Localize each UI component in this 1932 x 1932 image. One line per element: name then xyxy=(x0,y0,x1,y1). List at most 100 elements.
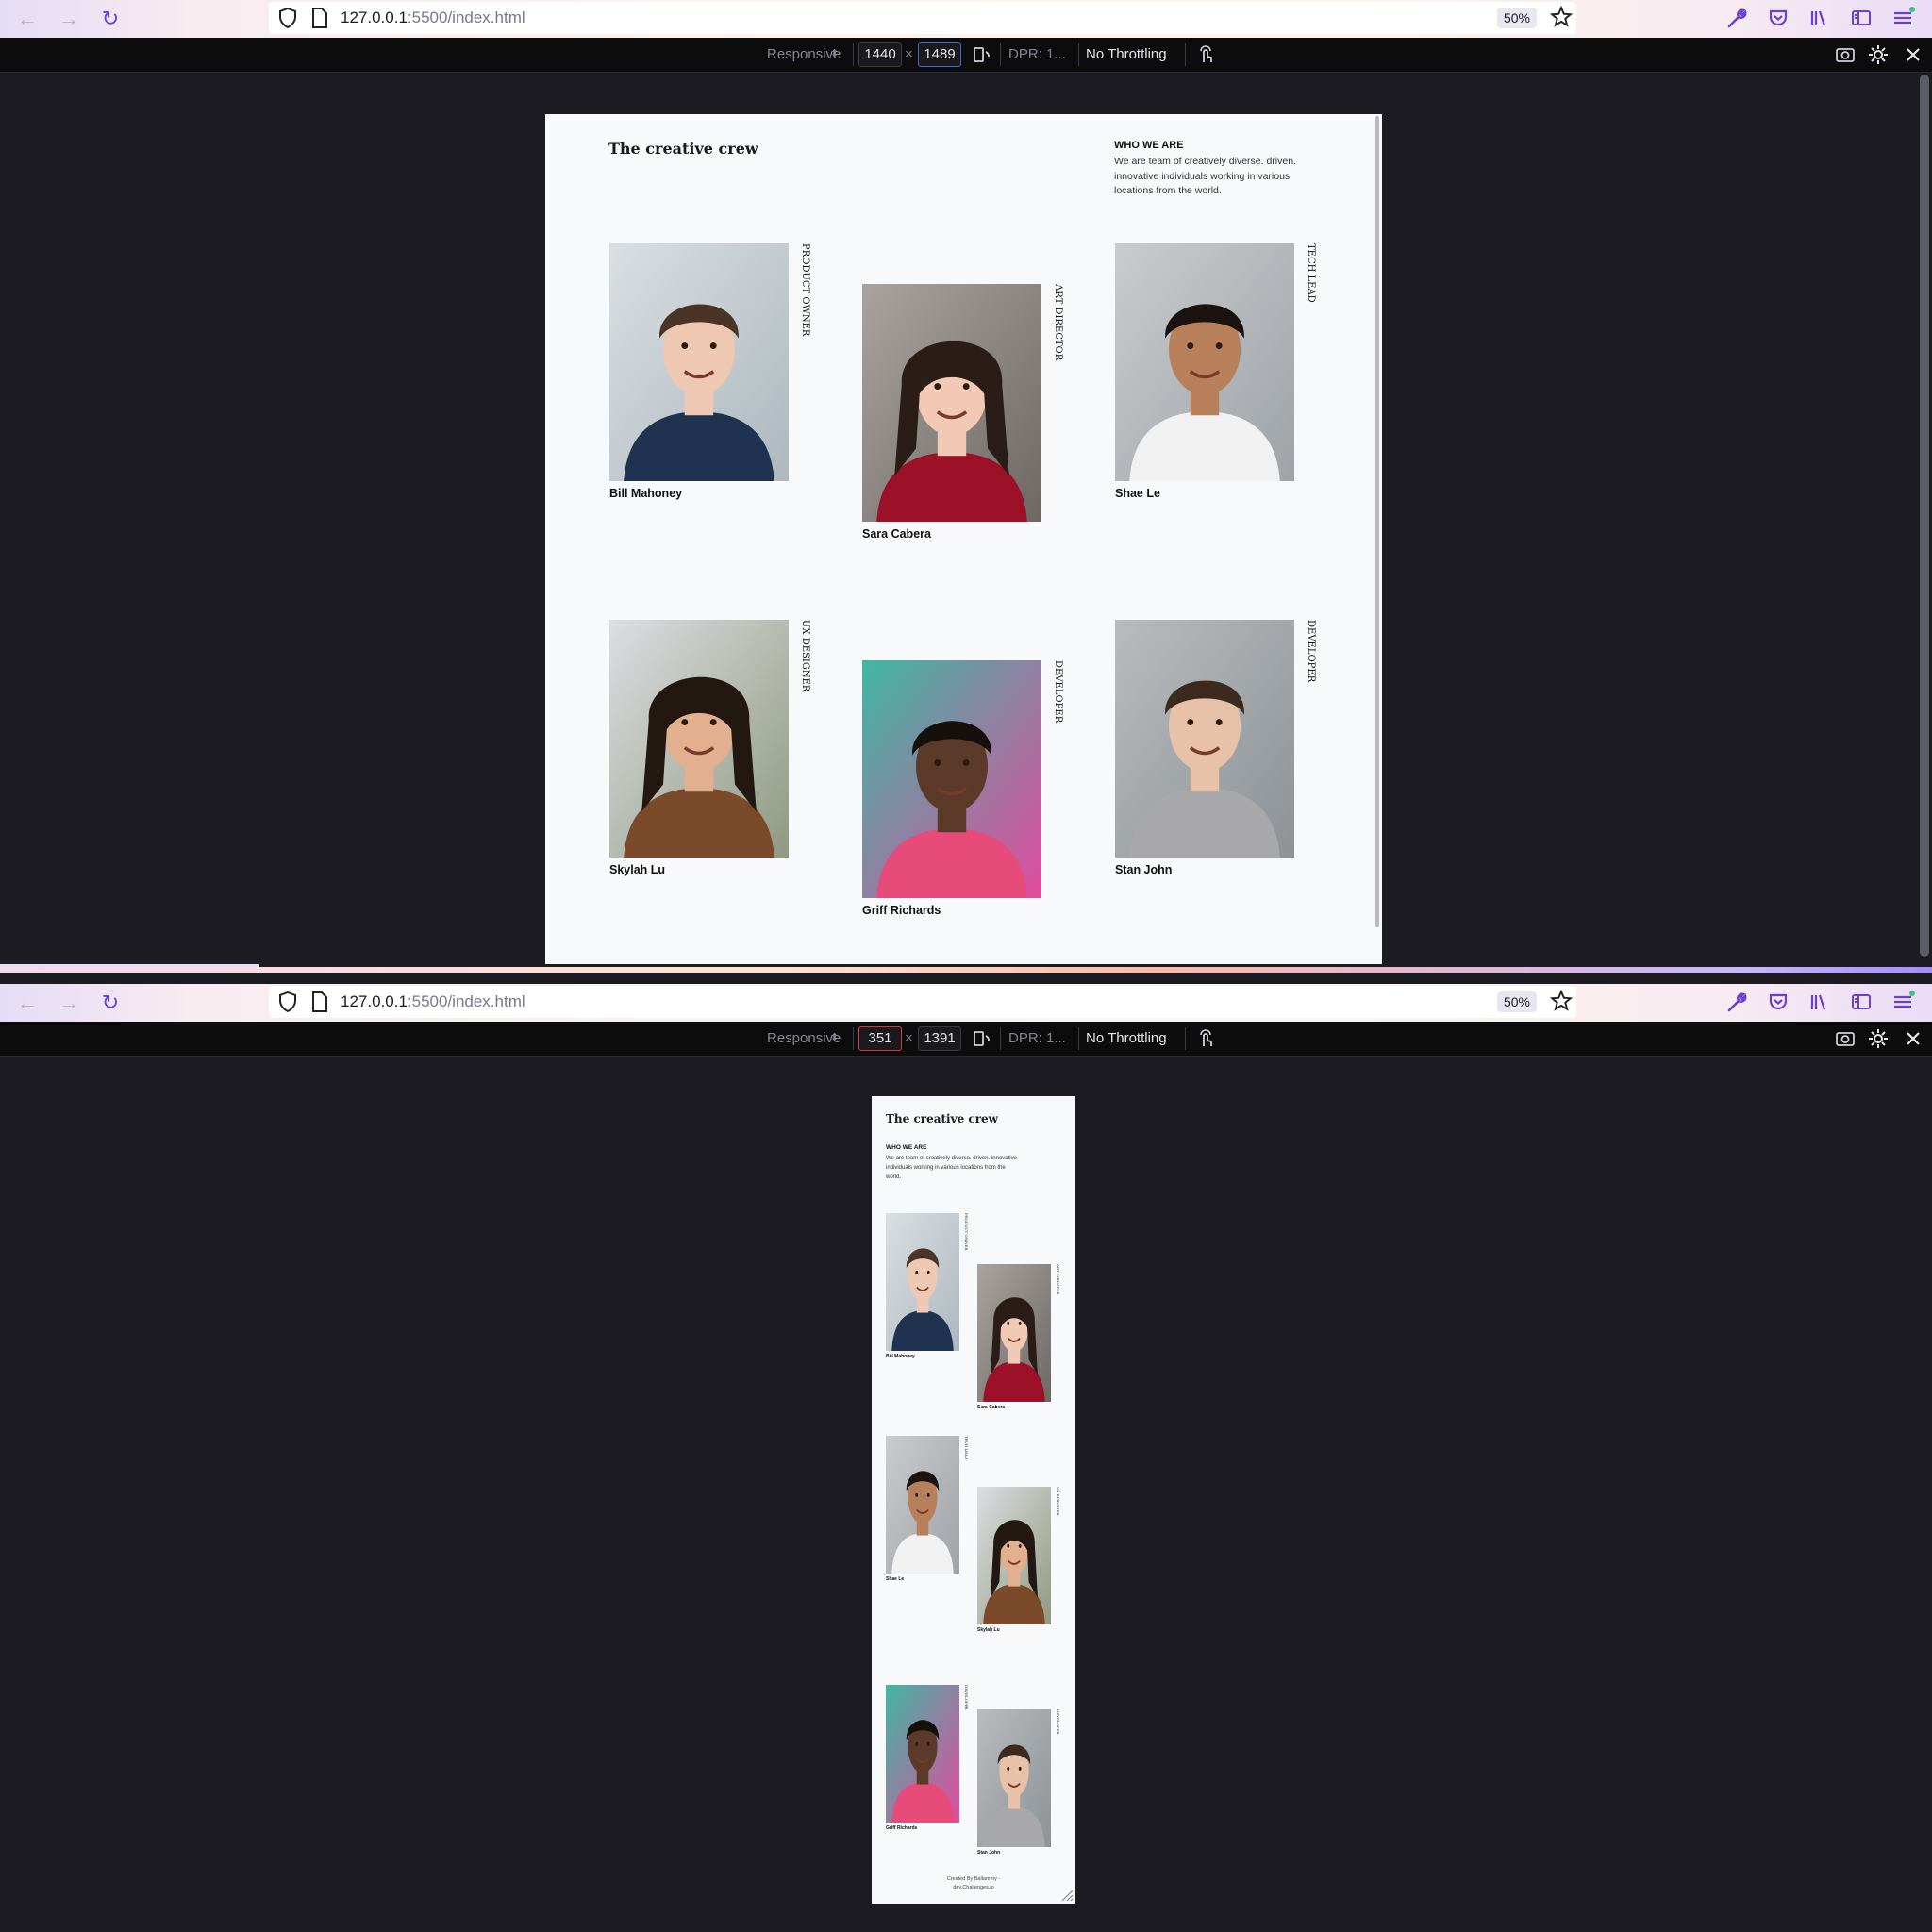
who-we-are-heading: WHO WE ARE xyxy=(1114,140,1184,151)
times-sign: × xyxy=(905,46,913,62)
member-photo xyxy=(609,620,789,858)
rotate-icon[interactable] xyxy=(971,1027,993,1050)
height-input[interactable]: 1489 xyxy=(918,42,961,67)
who-we-are-heading: WHO WE ARE xyxy=(886,1144,927,1151)
device-selector-chevron-icon[interactable]: ⬍ xyxy=(830,1031,839,1043)
member-role: ART DIRECTOR xyxy=(1053,284,1063,361)
pocket-icon[interactable] xyxy=(1766,5,1790,31)
page-title: The creative crew xyxy=(608,140,758,158)
outer-scrollbar[interactable] xyxy=(1915,73,1932,965)
star-icon[interactable] xyxy=(1549,5,1574,29)
zoom-level-badge[interactable]: 50% xyxy=(1497,8,1537,28)
back-arrow-icon[interactable]: ← xyxy=(14,6,41,32)
toolbar: ← → ↻ 127.0.0.1:5500/index.html 50% xyxy=(0,0,1932,38)
wrench-icon[interactable] xyxy=(1724,5,1749,31)
touch-icon[interactable] xyxy=(1194,1027,1217,1050)
pocket-icon[interactable] xyxy=(1766,989,1790,1015)
member-photo xyxy=(886,1213,959,1351)
zoom-level-badge[interactable]: 50% xyxy=(1497,991,1537,1012)
rotate-icon[interactable] xyxy=(971,43,993,66)
team-card: DEVELOPER Stan John xyxy=(977,1709,1061,1857)
team-card: PRODUCT OWNER Bill Mahoney xyxy=(609,243,813,502)
settings-icon[interactable] xyxy=(1867,43,1890,66)
team-card: DEVELOPER Stan John xyxy=(1115,620,1319,878)
times-sign: × xyxy=(905,1030,913,1046)
menu-icon[interactable] xyxy=(1890,989,1915,1015)
divider xyxy=(1000,43,1001,66)
outer-scrollbar-thumb[interactable] xyxy=(1920,75,1929,957)
team-card: DEVELOPER Griff Richards xyxy=(886,1685,970,1833)
member-name: Skylah Lu xyxy=(977,1627,1000,1633)
shield-icon[interactable] xyxy=(276,991,299,1013)
member-role: PRODUCT OWNER xyxy=(964,1213,969,1251)
member-role: TECH LEAD xyxy=(1306,243,1316,303)
height-input[interactable]: 1391 xyxy=(918,1026,961,1051)
member-photo xyxy=(609,243,789,481)
settings-icon[interactable] xyxy=(1867,1027,1890,1050)
menu-icon[interactable] xyxy=(1890,5,1915,31)
member-name: Stan John xyxy=(977,1850,1001,1856)
member-name: Shae Le xyxy=(886,1576,905,1582)
footer-link[interactable]: dev.Challenges.io xyxy=(872,1884,1075,1892)
back-arrow-icon[interactable]: ← xyxy=(14,990,41,1016)
width-input[interactable]: 351 xyxy=(858,1026,902,1051)
dpr-selector[interactable]: DPR: 1... xyxy=(1008,1030,1066,1046)
sidebar-icon[interactable] xyxy=(1849,989,1874,1015)
url-text[interactable]: 127.0.0.1:5500/index.html xyxy=(341,8,525,27)
screenshot-icon[interactable] xyxy=(1834,43,1857,66)
screenshot-icon[interactable] xyxy=(1834,1027,1857,1050)
reload-icon[interactable]: ↻ xyxy=(97,6,124,32)
dpr-selector[interactable]: DPR: 1... xyxy=(1008,46,1066,62)
width-input[interactable]: 1440 xyxy=(858,42,902,67)
device-selector-chevron-icon[interactable]: ⬍ xyxy=(830,47,839,59)
library-icon[interactable] xyxy=(1807,5,1832,31)
url-text[interactable]: 127.0.0.1:5500/index.html xyxy=(341,992,525,1011)
member-role: UX DESIGNER xyxy=(800,620,810,692)
member-name: Shae Le xyxy=(1115,487,1160,500)
page-scrollbar[interactable] xyxy=(1375,116,1379,927)
url-bar[interactable]: 127.0.0.1:5500/index.html 50% xyxy=(269,2,1576,34)
team-card: ART DIRECTOR Sara Cabera xyxy=(862,284,1066,542)
close-icon[interactable] xyxy=(1902,1027,1924,1050)
member-photo xyxy=(862,660,1041,898)
member-name: Griff Richards xyxy=(862,904,941,917)
throttling-selector[interactable]: No Throttling xyxy=(1086,46,1167,62)
team-card: ART DIRECTOR Sara Cabera xyxy=(977,1264,1061,1412)
viewport-stage: The creative crew WHO WE ARE We are team… xyxy=(0,73,1932,965)
member-photo xyxy=(977,1264,1051,1402)
member-role: DEVELOPER xyxy=(1053,660,1063,724)
url-bar[interactable]: 127.0.0.1:5500/index.html 50% xyxy=(269,986,1576,1018)
forward-arrow-icon[interactable]: → xyxy=(56,990,82,1016)
member-name: Sara Cabera xyxy=(862,527,931,541)
wrench-icon[interactable] xyxy=(1724,989,1749,1015)
team-card: UX DESIGNER Skylah Lu xyxy=(609,620,813,878)
forward-arrow-icon[interactable]: → xyxy=(56,6,82,32)
footer-credit: Created By Ballammy - xyxy=(946,1876,1001,1882)
touch-icon[interactable] xyxy=(1194,43,1217,66)
viewport-stage: The creative crew WHO WE ARE We are team… xyxy=(0,1057,1932,1932)
sidebar-icon[interactable] xyxy=(1849,5,1874,31)
footer: Created By Ballammy - dev.Challenges.io xyxy=(872,1875,1075,1892)
member-name: Skylah Lu xyxy=(609,863,666,876)
close-icon[interactable] xyxy=(1902,43,1924,66)
resize-handle-icon[interactable] xyxy=(1060,1889,1074,1902)
member-role: DEVELOPER xyxy=(1306,620,1316,683)
divider xyxy=(1185,43,1186,66)
divider xyxy=(1078,1027,1079,1050)
member-photo xyxy=(1115,620,1294,858)
reload-icon[interactable]: ↻ xyxy=(97,990,124,1016)
throttling-selector[interactable]: No Throttling xyxy=(1086,1030,1167,1046)
divider xyxy=(1000,1027,1001,1050)
member-role: UX DESIGNER xyxy=(1056,1487,1060,1516)
shield-icon[interactable] xyxy=(276,7,299,29)
star-icon[interactable] xyxy=(1549,989,1574,1013)
member-name: Bill Mahoney xyxy=(886,1354,915,1359)
library-icon[interactable] xyxy=(1807,989,1832,1015)
member-role: DEVELOPER xyxy=(1056,1709,1060,1735)
member-photo xyxy=(1115,243,1294,481)
member-photo xyxy=(977,1709,1051,1847)
who-we-are-text: We are team of creatively diverse. drive… xyxy=(886,1156,1017,1180)
page-mobile: The creative crew WHO WE ARE We are team… xyxy=(872,1096,1075,1904)
divider xyxy=(853,43,854,66)
toolbar: ← → ↻ 127.0.0.1:5500/index.html 50% xyxy=(0,984,1932,1022)
